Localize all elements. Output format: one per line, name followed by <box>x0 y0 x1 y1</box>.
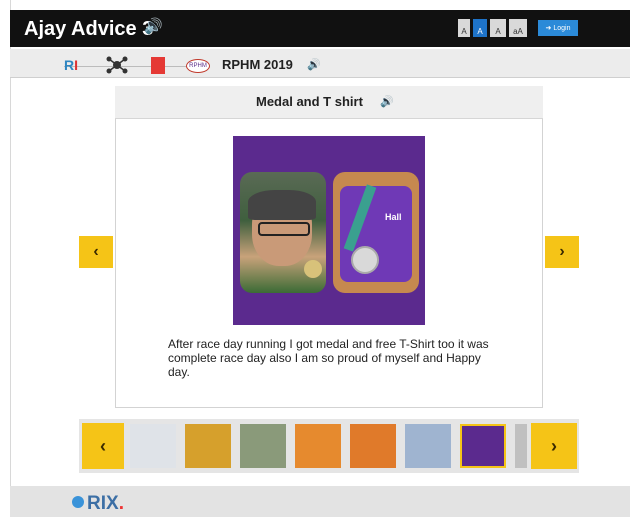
thumbnail-item[interactable] <box>405 424 451 468</box>
breadcrumb-connector <box>64 66 192 67</box>
thumbnail-item[interactable] <box>350 424 396 468</box>
selfie-photo <box>240 172 326 293</box>
thumbnail-item[interactable] <box>240 424 286 468</box>
tshirt-photo: Hall <box>333 172 419 293</box>
medal-shape <box>351 246 379 274</box>
app-title: Ajay Advice 3 <box>24 18 154 40</box>
hat-shape <box>248 190 316 220</box>
login-label: Login <box>553 24 571 32</box>
thumbnail-item[interactable] <box>460 424 506 468</box>
login-icon: ➜ <box>545 25 552 32</box>
medal-shape <box>304 260 322 278</box>
card-title: Medal and T shirt <box>256 94 363 109</box>
thumbnail-prev-button[interactable]: ‹ <box>82 423 124 469</box>
font-small-button[interactable]: A <box>458 19 470 37</box>
speaker-icon[interactable]: 🔊 <box>307 58 321 71</box>
login-button[interactable]: ➜ Login <box>538 20 578 36</box>
font-xlarge-button[interactable]: aA <box>509 19 527 37</box>
red-tag-icon[interactable] <box>151 57 165 74</box>
footer-logo: RIX. <box>72 493 124 515</box>
network-icon[interactable] <box>106 55 128 75</box>
thumbnail-next-button[interactable]: › <box>531 423 577 469</box>
thumbnail-item[interactable] <box>295 424 341 468</box>
next-slide-button[interactable]: › <box>545 236 579 268</box>
thumbnail-item[interactable] <box>515 424 527 468</box>
font-large-button[interactable]: A <box>490 19 506 37</box>
prev-slide-button[interactable]: ‹ <box>79 236 113 268</box>
card-caption: After race day running I got medal and f… <box>168 337 489 379</box>
font-size-controls: A A A aA <box>458 19 527 37</box>
thumbnail-item[interactable] <box>185 424 231 468</box>
thumbnail-item[interactable] <box>130 424 176 468</box>
rphm-badge-icon[interactable]: RPHM <box>186 59 210 73</box>
speaker-icon[interactable]: 🔊 <box>144 17 163 35</box>
chat-bubble-icon <box>72 496 84 508</box>
ri-logo-icon[interactable]: RI <box>64 57 78 73</box>
top-bar: Ajay Advice 3 🔊 A A A aA ➜ Login <box>10 10 630 47</box>
glasses-shape <box>258 222 310 236</box>
breadcrumb-title[interactable]: RPHM 2019 <box>222 57 293 72</box>
font-normal-button[interactable]: A <box>473 19 487 37</box>
speaker-icon[interactable]: 🔊 <box>380 95 394 108</box>
shirt-print-text: Hall <box>385 212 402 222</box>
